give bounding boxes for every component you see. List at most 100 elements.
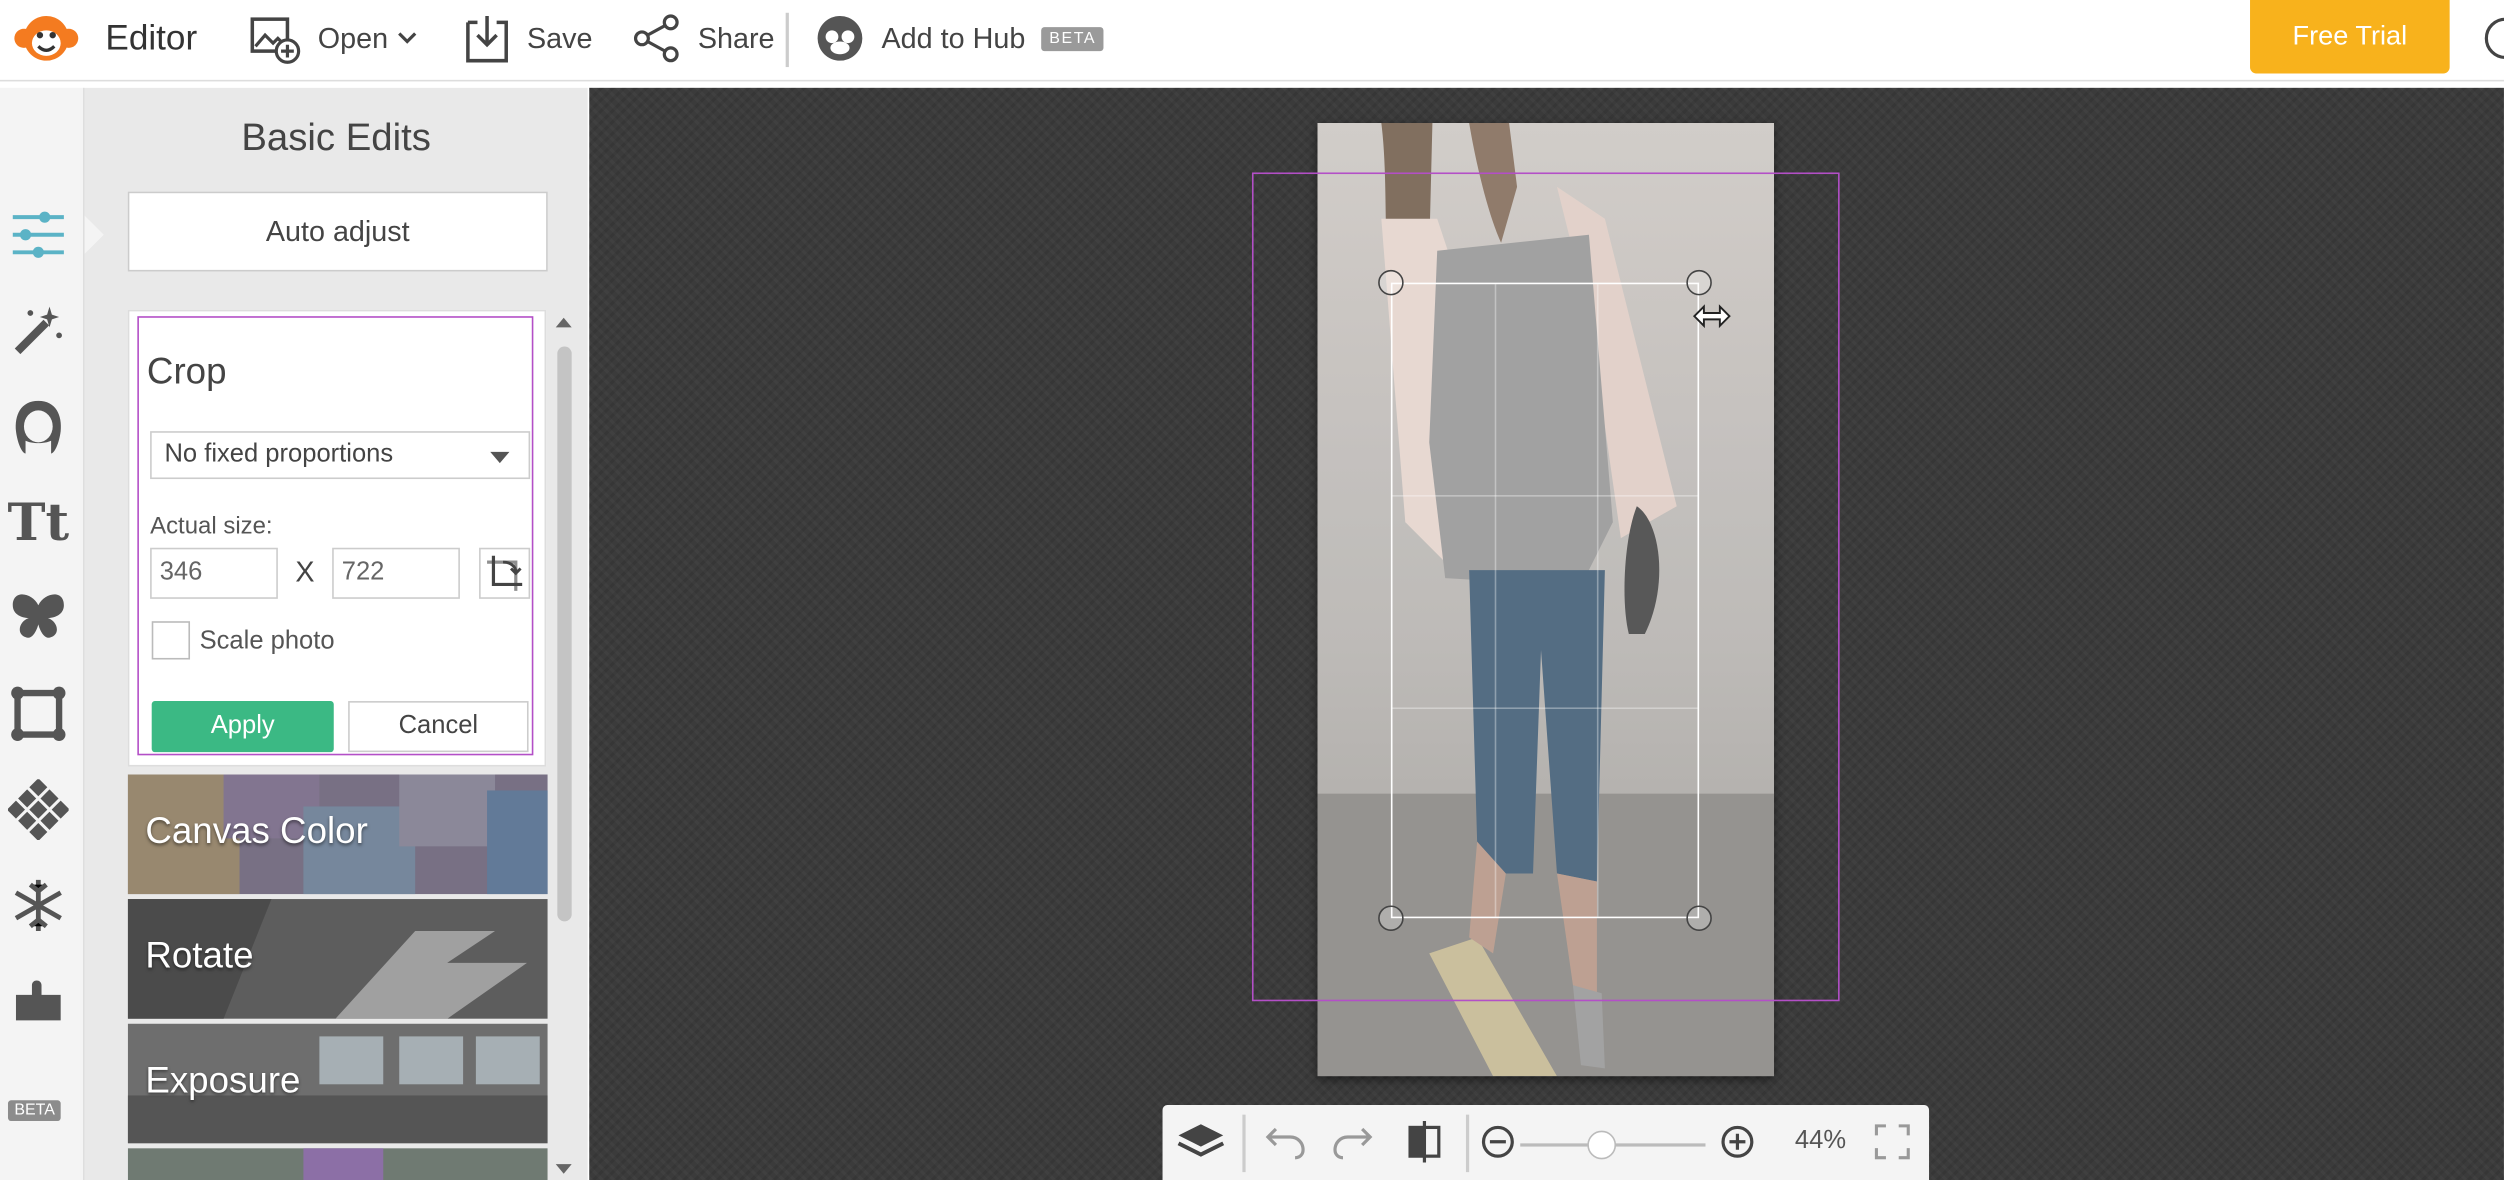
canvas-color-tool[interactable]: Canvas Color	[127, 774, 548, 895]
zoom-slider-knob[interactable]	[1587, 1130, 1617, 1160]
swap-orientation-button[interactable]	[479, 547, 531, 599]
app-title: Editor	[105, 17, 198, 58]
text-tab[interactable]: Tt	[6, 490, 70, 554]
snowflake-icon	[10, 877, 67, 934]
crop-grid-line	[1392, 495, 1698, 497]
crop-tool-highlight: Crop No fixed proportions Actual size: 3…	[137, 316, 534, 756]
share-icon	[631, 13, 698, 64]
auto-adjust-button[interactable]: Auto adjust	[127, 191, 548, 272]
zoom-out-icon	[1480, 1124, 1515, 1159]
next-tool[interactable]	[127, 1148, 548, 1180]
compare-button[interactable]	[1402, 1118, 1447, 1166]
effects-tab[interactable]	[6, 299, 70, 363]
text-icon: Tt	[7, 491, 70, 553]
redo-button[interactable]	[1329, 1118, 1377, 1166]
user-icon[interactable]	[2483, 16, 2504, 61]
cancel-button[interactable]: Cancel	[348, 701, 529, 753]
frame-icon	[10, 685, 67, 742]
panel-title: Basic Edits	[241, 116, 431, 160]
puzzle-icon	[10, 973, 67, 1024]
fullscreen-icon	[1874, 1124, 1910, 1160]
open-image-icon	[248, 11, 318, 65]
active-tab-pointer	[84, 215, 104, 254]
scale-photo-checkbox[interactable]	[151, 621, 191, 660]
exposure-tool[interactable]: Exposure	[127, 1023, 548, 1144]
graphics-tab[interactable]	[6, 586, 70, 650]
swap-orientation-icon	[484, 553, 526, 595]
crop-handle-top-right[interactable]	[1686, 269, 1712, 296]
editor-canvas[interactable]: 44%	[589, 87, 2504, 1180]
crop-width-input[interactable]: 346	[150, 547, 278, 599]
actual-size-label: Actual size:	[150, 512, 273, 540]
save-label: Save	[526, 21, 593, 54]
addons-tab[interactable]	[6, 966, 70, 1030]
save-button[interactable]: Save	[463, 0, 592, 77]
layers-button[interactable]	[1175, 1118, 1226, 1166]
proportion-select[interactable]: No fixed proportions	[150, 431, 531, 480]
save-icon	[463, 13, 527, 64]
textures-tab[interactable]	[6, 778, 70, 842]
toolbar-divider	[1242, 1114, 1246, 1173]
butterfly-icon	[10, 592, 67, 643]
crop-grid-line	[1494, 284, 1497, 917]
hub-beta-badge: BETA	[1041, 26, 1105, 51]
canvas-bottom-toolbar: 44%	[1162, 1105, 1930, 1180]
editor-home[interactable]: Editor	[10, 0, 198, 77]
canvas-color-label: Canvas Color	[145, 809, 368, 852]
scrollbar-thumb[interactable]	[557, 346, 572, 922]
crop-selection[interactable]	[1390, 282, 1700, 919]
open-label: Open	[317, 21, 389, 54]
scroll-down-icon[interactable]	[555, 1164, 572, 1174]
crop-height-input[interactable]: 722	[332, 547, 460, 599]
frames-tab[interactable]	[6, 682, 70, 746]
rotate-label: Rotate	[145, 934, 254, 976]
free-trial-button[interactable]: Free Trial	[2250, 0, 2450, 74]
zoom-in-icon	[1720, 1124, 1755, 1159]
toolbar-divider	[785, 12, 789, 68]
top-toolbar: Editor Open Save Share Add to Hub BETA F…	[0, 0, 2504, 82]
scale-photo-label: Scale photo	[199, 627, 335, 655]
touch-up-tab[interactable]	[6, 394, 70, 458]
magic-wand-icon	[11, 303, 65, 357]
size-separator: X	[295, 555, 315, 588]
addons-beta-badge: BETA	[7, 1100, 62, 1122]
compare-icon	[1405, 1119, 1443, 1164]
horizontal-resize-cursor-icon	[1691, 303, 1733, 337]
layers-icon	[1175, 1121, 1226, 1163]
next-tool-thumbnail	[127, 1148, 548, 1180]
basic-edits-tab[interactable]	[6, 203, 70, 267]
crop-title: Crop	[146, 349, 227, 392]
open-button[interactable]: Open	[248, 0, 433, 77]
face-icon	[10, 396, 67, 457]
toolbar-divider	[1465, 1114, 1470, 1173]
crop-handle-bottom-right[interactable]	[1686, 905, 1712, 931]
panel-scrollbar[interactable]	[551, 311, 577, 1180]
undo-button[interactable]	[1262, 1118, 1310, 1166]
hub-label: Add to Hub	[881, 21, 1026, 54]
apply-button[interactable]: Apply	[151, 701, 334, 753]
scroll-up-icon[interactable]	[555, 317, 572, 328]
crop-handle-bottom-left[interactable]	[1378, 905, 1404, 931]
proportion-value: No fixed proportions	[164, 440, 394, 468]
hub-monkey-icon	[814, 13, 881, 64]
share-label: Share	[697, 21, 775, 54]
seasonal-tab[interactable]	[6, 874, 70, 938]
sliders-icon	[10, 209, 67, 260]
rotate-tool[interactable]: Rotate	[127, 899, 548, 1019]
texture-icon	[7, 779, 69, 840]
monkey-logo-icon	[10, 10, 99, 67]
crop-grid-line	[1392, 707, 1698, 710]
add-to-hub-button[interactable]: Add to Hub BETA	[814, 0, 1105, 77]
crop-handle-top-left[interactable]	[1378, 269, 1404, 296]
zoom-level-text: 44%	[1794, 1127, 1847, 1155]
exposure-label: Exposure	[145, 1058, 301, 1101]
tool-rail: Tt BETA	[0, 87, 85, 1180]
basic-edits-panel: Basic Edits Auto adjust Crop No fixed pr…	[84, 87, 588, 1180]
undo-icon	[1263, 1123, 1308, 1161]
zoom-in-button[interactable]	[1718, 1118, 1756, 1166]
share-button[interactable]: Share	[631, 0, 775, 77]
fullscreen-button[interactable]	[1872, 1118, 1914, 1166]
zoom-out-button[interactable]	[1479, 1118, 1517, 1166]
chevron-down-icon	[398, 32, 433, 45]
crop-grid-line	[1596, 284, 1599, 917]
